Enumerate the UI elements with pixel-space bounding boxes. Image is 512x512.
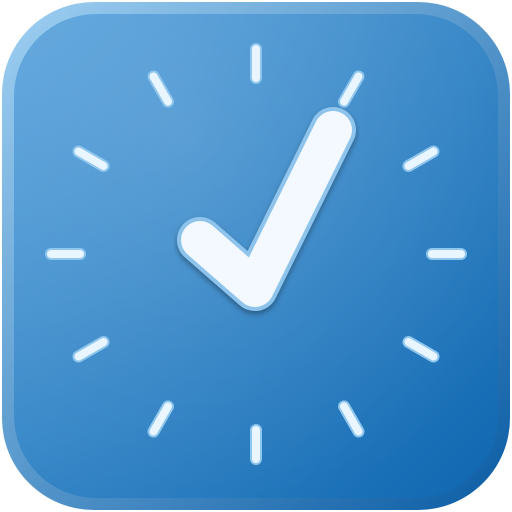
app-icon[interactable] [0, 0, 512, 512]
clock-checkmark-icon [2, 2, 510, 510]
